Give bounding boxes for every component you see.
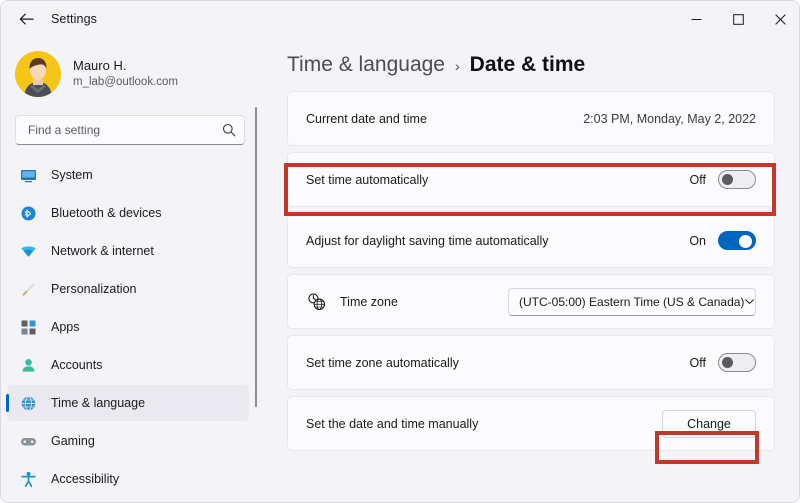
close-icon	[774, 13, 786, 25]
row-right: Off	[690, 353, 756, 372]
row-label: Set time zone automatically	[306, 355, 459, 370]
person-icon	[19, 356, 37, 374]
globe-clock-icon	[306, 292, 326, 312]
sidebar-item-label: Personalization	[51, 282, 137, 296]
sidebar-item-label: System	[51, 168, 93, 182]
daylight-saving-toggle[interactable]	[718, 231, 756, 250]
sidebar-item-label: Apps	[51, 320, 80, 334]
profile-text: Mauro H. m_lab@outlook.com	[73, 58, 178, 90]
search-input[interactable]	[26, 122, 222, 138]
monitor-icon	[19, 166, 37, 184]
time-zone-selected-value: (UTC-05:00) Eastern Time (US & Canada)	[519, 294, 745, 309]
window-title: Settings	[51, 12, 97, 26]
time-zone-dropdown[interactable]: (UTC-05:00) Eastern Time (US & Canada)	[508, 287, 756, 316]
set-time-automatically-toggle[interactable]	[718, 170, 756, 189]
maximize-icon	[732, 13, 744, 25]
row-right: Off	[690, 170, 756, 189]
bluetooth-icon	[19, 204, 37, 222]
sidebar-item-label: Time & language	[51, 396, 146, 410]
sidebar-nav: System Bluetooth & devices Network & int…	[1, 157, 259, 502]
row-time-zone[interactable]: Time zone (UTC-05:00) Eastern Time (US &…	[287, 274, 775, 329]
toggle-state-label: On	[689, 233, 706, 248]
row-left: Current date and time	[306, 112, 583, 126]
toggle-state-label: Off	[689, 355, 706, 370]
minimize-button[interactable]	[675, 1, 717, 37]
window-controls	[675, 1, 799, 37]
change-button[interactable]: Change	[662, 409, 756, 438]
row-label: Set the date and time manually	[306, 416, 479, 431]
sidebar-item-privacy-security[interactable]: Privacy & security	[7, 499, 249, 502]
sidebar-item-personalization[interactable]: Personalization	[7, 271, 249, 307]
row-label: Set time automatically	[306, 172, 429, 187]
breadcrumb: Time & language › Date & time	[259, 37, 799, 77]
row-left: Adjust for daylight saving time automati…	[306, 234, 689, 248]
globe-clock-icon	[19, 394, 37, 412]
wifi-icon	[19, 242, 37, 260]
current-datetime-value: 2:03 PM, Monday, May 2, 2022	[583, 111, 756, 126]
sidebar-scrollbar[interactable]	[255, 107, 257, 407]
paintbrush-icon	[19, 280, 37, 298]
sidebar-item-label: Accessibility	[51, 472, 120, 486]
sidebar-item-bluetooth-devices[interactable]: Bluetooth & devices	[7, 195, 249, 231]
sidebar-item-system[interactable]: System	[7, 157, 249, 193]
sidebar-item-gaming[interactable]: Gaming	[7, 423, 249, 459]
row-set-date-time-manually: Set the date and time manually Change	[287, 396, 775, 451]
apps-grid-icon	[19, 318, 37, 336]
row-right: On	[689, 231, 756, 250]
row-label: Current date and time	[306, 111, 427, 126]
row-current-date-and-time: Current date and time 2:03 PM, Monday, M…	[287, 91, 775, 146]
breadcrumb-parent[interactable]: Time & language	[287, 53, 445, 77]
row-label: Time zone	[340, 294, 398, 309]
profile-email: m_lab@outlook.com	[73, 76, 178, 89]
profile-name: Mauro H.	[73, 58, 127, 74]
sidebar-item-label: Accounts	[51, 358, 103, 372]
sidebar-item-label: Gaming	[51, 434, 95, 448]
sidebar-item-network-internet[interactable]: Network & internet	[7, 233, 249, 269]
gamepad-icon	[19, 432, 37, 450]
back-arrow-icon	[19, 13, 34, 25]
row-left: Set time zone automatically	[306, 356, 690, 370]
sidebar-item-apps[interactable]: Apps	[7, 309, 249, 345]
back-button[interactable]	[11, 4, 41, 34]
selection-indicator	[6, 394, 9, 412]
title-bar: Settings	[1, 1, 799, 37]
accessibility-icon	[19, 470, 37, 488]
set-time-zone-automatically-toggle[interactable]	[718, 353, 756, 372]
row-left: Set time automatically	[306, 173, 690, 187]
sidebar: Mauro H. m_lab@outlook.com Find a settin…	[1, 37, 259, 502]
close-button[interactable]	[759, 1, 799, 37]
search-box[interactable]	[15, 115, 245, 145]
settings-list: Current date and time 2:03 PM, Monday, M…	[259, 91, 799, 451]
avatar-illustration-icon	[15, 51, 61, 97]
sidebar-item-time-language[interactable]: Time & language	[6, 385, 249, 421]
chevron-down-icon	[744, 296, 755, 307]
search-icon	[222, 123, 236, 137]
sidebar-item-accessibility[interactable]: Accessibility	[7, 461, 249, 497]
toggle-state-label: Off	[689, 172, 706, 187]
sidebar-item-label: Bluetooth & devices	[51, 206, 162, 220]
sidebar-item-label: Network & internet	[51, 244, 154, 258]
row-left: Time zone	[306, 292, 508, 312]
row-set-time-zone-automatically[interactable]: Set time zone automatically Off	[287, 335, 775, 390]
settings-window: Settings Mauro H. m_lab@outlook.com Find…	[0, 0, 800, 503]
page-title: Date & time	[469, 53, 586, 76]
maximize-button[interactable]	[717, 1, 759, 37]
main-content: Time & language › Date & time Current da…	[259, 37, 799, 502]
row-label: Adjust for daylight saving time automati…	[306, 233, 549, 248]
minimize-icon	[691, 18, 701, 20]
user-profile[interactable]: Mauro H. m_lab@outlook.com	[1, 37, 259, 103]
avatar	[15, 51, 61, 97]
row-left: Set the date and time manually	[306, 417, 662, 431]
row-daylight-saving[interactable]: Adjust for daylight saving time automati…	[287, 213, 775, 268]
row-set-time-automatically[interactable]: Set time automatically Off	[287, 152, 775, 207]
breadcrumb-separator-icon: ›	[454, 58, 460, 74]
sidebar-item-accounts[interactable]: Accounts	[7, 347, 249, 383]
